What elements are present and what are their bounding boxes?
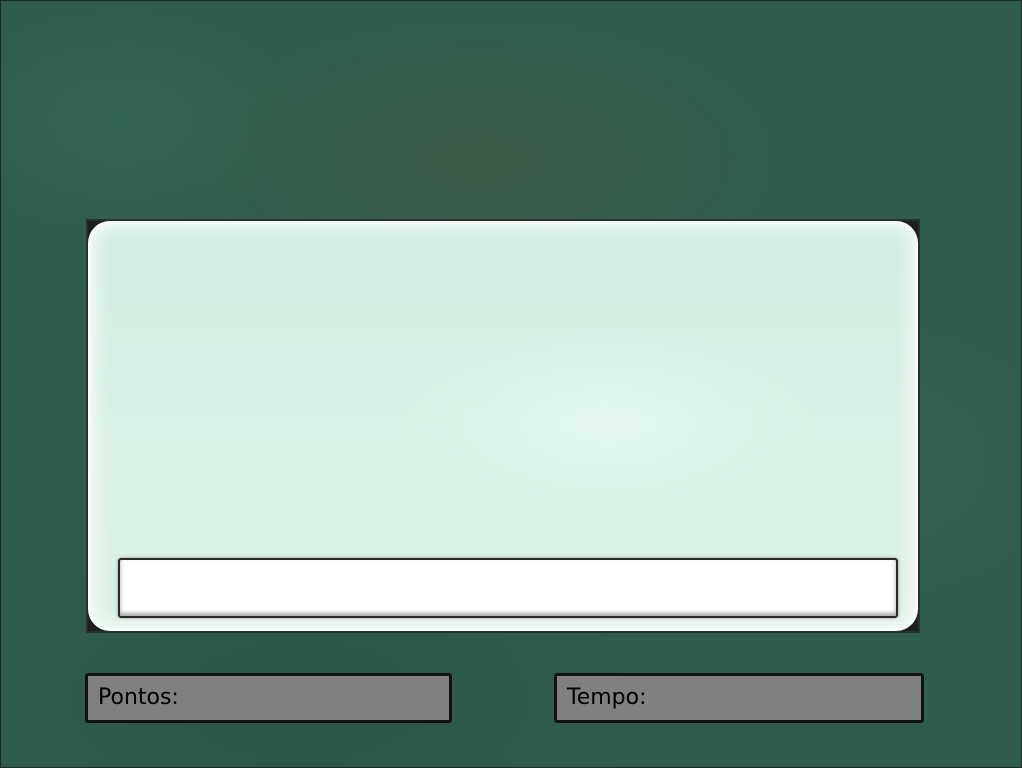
points-label: Pontos: bbox=[98, 685, 179, 710]
answer-input[interactable] bbox=[118, 558, 898, 618]
points-box: Pontos: bbox=[85, 673, 452, 723]
game-screen: Pontos: Tempo: bbox=[0, 0, 1022, 768]
time-box: Tempo: bbox=[554, 673, 924, 723]
question-frame bbox=[86, 219, 920, 633]
time-label: Tempo: bbox=[567, 685, 647, 710]
